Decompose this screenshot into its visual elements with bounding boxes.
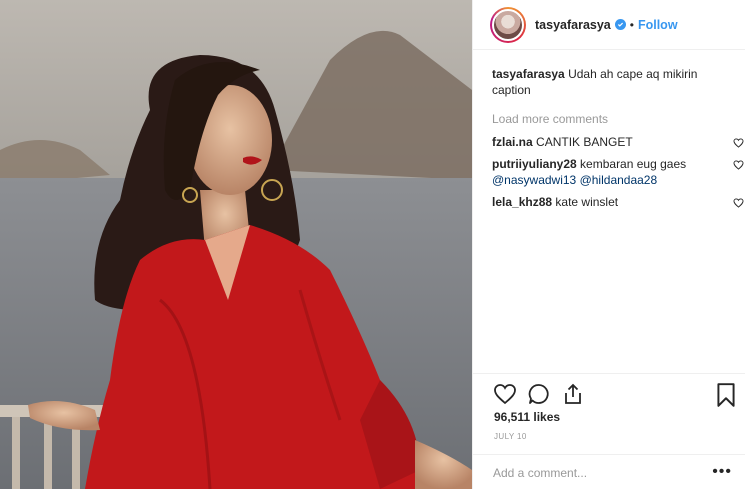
photo-illustration xyxy=(0,0,472,489)
comments-list: tasyafarasya Udah ah cape aq mikirin cap… xyxy=(492,66,744,210)
verified-badge-icon xyxy=(614,19,626,30)
post-caption: tasyafarasya Udah ah cape aq mikirin cap… xyxy=(492,66,732,98)
comment-bubble-icon[interactable] xyxy=(527,382,553,408)
comment-item: lela_khz88 kate winslet xyxy=(492,194,744,210)
comment-text: CANTIK BANGET xyxy=(536,135,633,149)
avatar-image xyxy=(492,8,524,41)
follow-button[interactable]: Follow xyxy=(638,18,678,32)
add-comment-bar: ••• xyxy=(473,454,745,489)
post-side-panel: tasyafarasya • Follow tasyafarasya Udah … xyxy=(472,0,745,489)
header-separator: • xyxy=(629,17,634,32)
heart-icon[interactable] xyxy=(493,382,519,408)
post-photo[interactable] xyxy=(0,0,472,489)
small-heart-icon[interactable] xyxy=(733,198,744,208)
add-comment-input[interactable] xyxy=(493,465,693,480)
comment-mention[interactable]: @hildandaa28 xyxy=(580,173,658,187)
post-date: JULY 10 xyxy=(494,432,527,441)
post-header: tasyafarasya • Follow xyxy=(473,0,745,50)
comment-username[interactable]: fzlai.na xyxy=(492,135,533,149)
comment-text: kembaran eug gaes xyxy=(580,157,687,171)
comment-item: putriiyuliany28 kembaran eug gaes @nasyw… xyxy=(492,156,744,188)
more-options-icon[interactable]: ••• xyxy=(712,463,732,481)
avatar[interactable] xyxy=(490,6,526,43)
comment-mention[interactable]: @nasywadwi13 xyxy=(492,173,576,187)
comment-item: fzlai.na CANTIK BANGET xyxy=(492,134,744,150)
small-heart-icon[interactable] xyxy=(733,138,744,148)
comment-username[interactable]: lela_khz88 xyxy=(492,195,552,209)
post-actions: 96,511 likes JULY 10 ••• xyxy=(473,373,745,489)
comment-text: kate winslet xyxy=(555,195,619,209)
likes-count[interactable]: 96,511 likes xyxy=(494,410,560,424)
caption-username[interactable]: tasyafarasya xyxy=(492,67,565,81)
header-username[interactable]: tasyafarasya xyxy=(535,18,611,32)
comment-username[interactable]: putriiyuliany28 xyxy=(492,157,577,171)
bookmark-icon[interactable] xyxy=(715,382,737,408)
action-icons xyxy=(493,382,587,408)
load-more-comments-button[interactable]: Load more comments xyxy=(492,112,732,126)
small-heart-icon[interactable] xyxy=(733,160,744,170)
share-icon[interactable] xyxy=(561,382,587,408)
